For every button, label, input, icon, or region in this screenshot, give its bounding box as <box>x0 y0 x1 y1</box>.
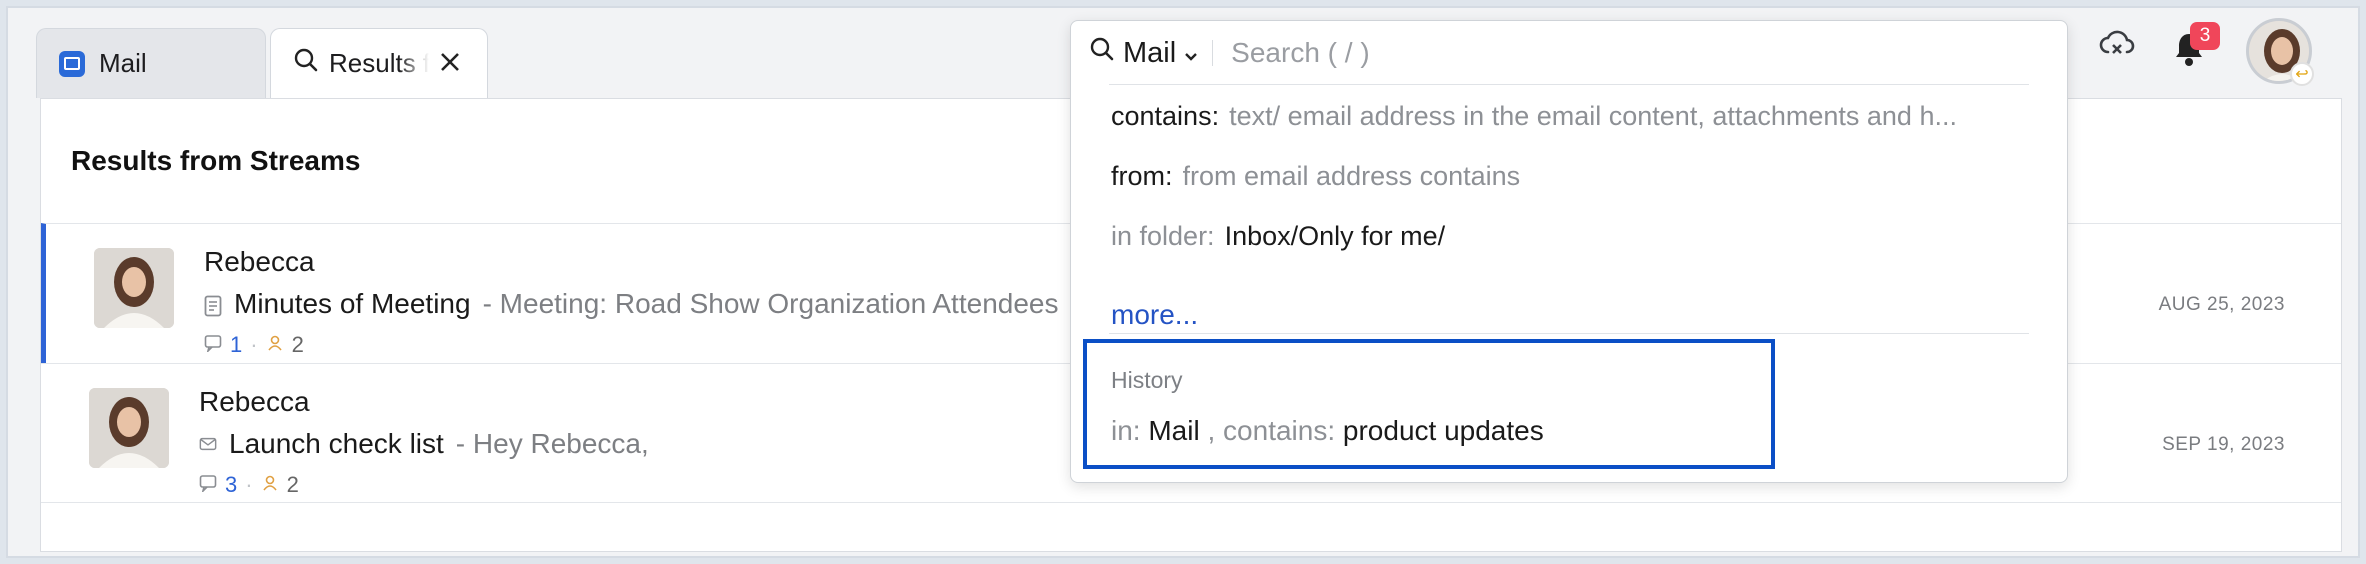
tab-search-results[interactable]: Results from Streams <box>270 28 488 98</box>
suggestion-value: Inbox/Only for me/ <box>1224 221 1446 251</box>
row-meta: 3 · 2 <box>199 472 299 498</box>
sender-name: Rebecca <box>199 386 310 417</box>
chevron-down-icon <box>1184 37 1198 70</box>
people-icon <box>261 472 279 498</box>
more-options-link[interactable]: more... <box>1111 299 1198 331</box>
search-scope-select[interactable]: Mail <box>1071 36 1198 70</box>
search-bar: Mail <box>1071 21 2067 85</box>
people-icon <box>266 332 284 358</box>
search-icon <box>1089 36 1115 70</box>
history-contains-label: , contains: <box>1207 415 1336 446</box>
row-meta: 1 · 2 <box>204 332 304 358</box>
suggestion-key: from: <box>1111 161 1173 191</box>
search-input[interactable] <box>1231 37 1992 69</box>
tab-mail-label: Mail <box>99 48 147 78</box>
subject: Launch check list <box>229 428 444 459</box>
row-date: AUG 25, 2023 <box>2158 294 2285 315</box>
sender-avatar <box>89 388 169 468</box>
subject: Minutes of Meeting <box>234 288 471 319</box>
envelope-icon <box>199 435 217 453</box>
comment-icon <box>204 332 222 358</box>
tab-search-results-label: Results from Streams <box>329 48 429 78</box>
suggestion-key: in folder: <box>1111 221 1215 251</box>
sender-avatar <box>94 248 174 328</box>
mail-app-icon <box>59 50 85 77</box>
document-icon <box>204 295 222 317</box>
separator-dot: · <box>245 472 253 497</box>
suggestion-from[interactable]: from: from email address contains <box>1111 161 2031 192</box>
suggestion-key: contains: <box>1111 101 1220 131</box>
history-in-label: in: <box>1111 415 1141 446</box>
snippet: - Hey Rebecca, <box>455 428 649 459</box>
suggestion-value: text/ email address in the email content… <box>1229 101 1957 131</box>
history-item[interactable]: in: Mail , contains: product updates <box>1111 415 1544 447</box>
status-away-icon: ↩ <box>2290 62 2314 86</box>
notification-badge: 3 <box>2190 22 2220 50</box>
history-contains-value: product updates <box>1342 415 1544 446</box>
divider <box>1109 333 2029 334</box>
comment-count: 3 <box>225 472 238 497</box>
suggestion-contains[interactable]: contains: text/ email address in the ema… <box>1111 101 2031 132</box>
close-icon[interactable] <box>439 49 461 79</box>
search-scope-label: Mail <box>1123 36 1177 69</box>
suggestion-in-folder[interactable]: in folder: Inbox/Only for me/ <box>1111 221 2031 252</box>
history-in-value: Mail <box>1148 415 1200 446</box>
row-date: SEP 19, 2023 <box>2162 434 2285 455</box>
participant-count: 2 <box>286 472 299 497</box>
snippet: - Meeting: Road Show Organization Attend… <box>482 288 1059 319</box>
subject-line: Launch check list - Hey Rebecca, <box>199 428 649 460</box>
comment-count: 1 <box>230 332 243 357</box>
participant-count: 2 <box>291 332 304 357</box>
divider <box>1109 84 2029 85</box>
search-icon <box>293 47 319 80</box>
subject-line: Minutes of Meeting - Meeting: Road Show … <box>204 288 1058 320</box>
cloud-offline-icon[interactable] <box>2098 24 2136 67</box>
comment-icon <box>199 472 217 498</box>
page-title: Results from Streams <box>71 145 361 176</box>
divider <box>1212 40 1214 66</box>
history-heading: History <box>1111 367 1183 393</box>
search-dropdown: Mail contains: text/ email address in th… <box>1070 20 2068 483</box>
separator-dot: · <box>250 332 258 357</box>
suggestion-value: from email address contains <box>1182 161 1521 191</box>
search-history-section: History in: Mail , contains: product upd… <box>1083 339 1775 469</box>
sender-name: Rebecca <box>204 246 315 277</box>
tab-mail[interactable]: Mail <box>36 28 266 98</box>
